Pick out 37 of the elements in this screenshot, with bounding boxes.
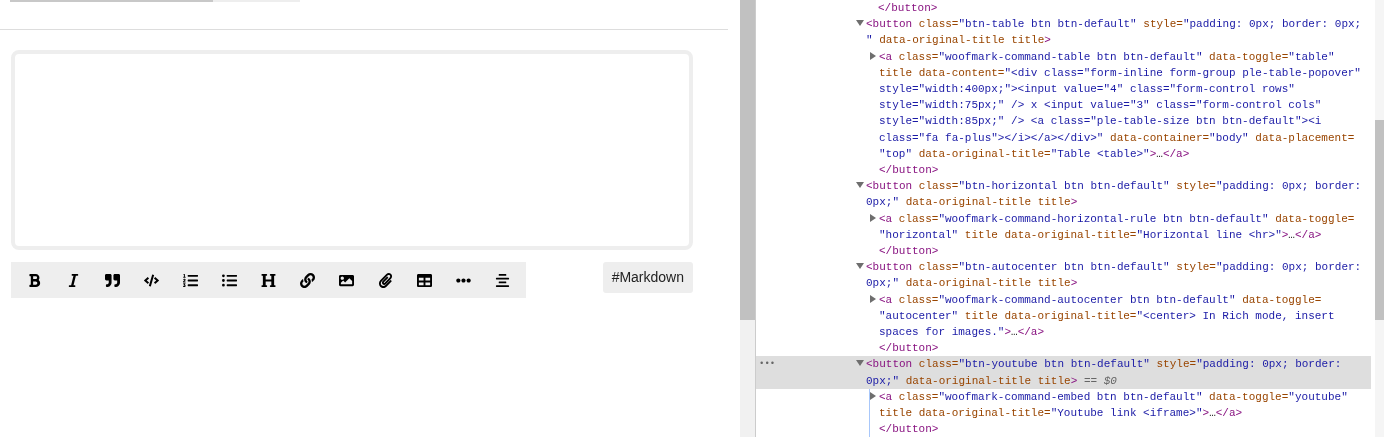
dom-node-line[interactable]: <button class="btn-horizontal btn btn-default" style="padding: 0px; border: 0px;" data-original-title title> (756, 178, 1371, 211)
markdown-toggle-button[interactable]: #Markdown (602, 262, 693, 293)
numbered-list-icon (182, 272, 198, 288)
dom-node-line[interactable]: <a class="woofmark-command-table btn btn-default" data-toggle="table" title data-content="<div class="form-inline form-group ple-table-popover" style="width:400px;"><input value="4" class="form-control rows" style="width:75px;" /> x <input value="3" class="form-control cols" style="width:85px;" /> <a class="ple-table-size btn btn-default"><i class="fa fa-plus"></i></a></div>" data-container="body" data-placement= "top" data-original-title="Table <table>">…</a> (879, 48, 1371, 163)
dom-node-line[interactable]: <a class="woofmark-command-embed btn btn-default" data-toggle="youtube" title data-original-title="Youtube link <iframe>">…</a> (879, 388, 1371, 422)
expanded-arrow-icon[interactable] (856, 181, 864, 190)
dom-node-line[interactable]: <a class="woofmark-command-autocenter btn btn-default" data-toggle= "autocenter" title data-original-title="<center> In Rich mode, insert spaces for images.">…</a> (879, 291, 1371, 341)
collapsed-arrow-icon[interactable] (869, 213, 877, 222)
collapsed-arrow-icon[interactable] (869, 51, 877, 60)
paperclip-icon (378, 272, 394, 288)
dom-node-line[interactable]: <button class="btn-autocenter btn btn-default" style="padding: 0px; border: 0px;" data-original-title title> (756, 259, 1371, 292)
expanded-arrow-icon[interactable] (856, 359, 864, 368)
expanded-arrow-icon[interactable] (856, 262, 864, 271)
devtools-scrollbar[interactable] (1375, 0, 1384, 437)
collapsed-arrow-icon[interactable] (869, 391, 877, 400)
scrollbar-thumb[interactable] (740, 0, 755, 320)
scrollbar-thumb[interactable] (1375, 120, 1384, 320)
dom-closing-tag: </button> (879, 243, 1371, 260)
collapsed-arrow-icon[interactable] (869, 294, 877, 303)
more-options-icon[interactable]: ••• (759, 356, 776, 373)
image-icon (339, 272, 355, 288)
table-icon (417, 272, 433, 288)
bulleted-list-icon (221, 272, 237, 288)
code-icon (143, 272, 159, 288)
expanded-arrow-icon[interactable] (856, 19, 864, 28)
heading-icon (260, 272, 276, 288)
quote-icon (104, 272, 120, 288)
dom-closing-tag: </button> (879, 340, 1371, 357)
dom-node-line[interactable]: <a class="woofmark-command-horizontal-rule btn btn-default" data-toggle= "horizontal" title data-original-title="Horizontal line <hr>">…</a> (879, 210, 1371, 244)
link-icon (300, 272, 316, 288)
dom-closing-tag: </button> (879, 421, 1371, 437)
dom-closing-tag: </button> (869, 0, 1371, 17)
page-scrollbar[interactable] (740, 0, 755, 437)
dom-closing-tag: </button> (879, 162, 1371, 179)
bold-icon (26, 272, 42, 288)
center-align-icon (495, 272, 511, 288)
dom-node-line[interactable]: <button class="btn-table btn btn-default" style="padding: 0px; border: 0px; " data-original-title title> (756, 16, 1371, 49)
